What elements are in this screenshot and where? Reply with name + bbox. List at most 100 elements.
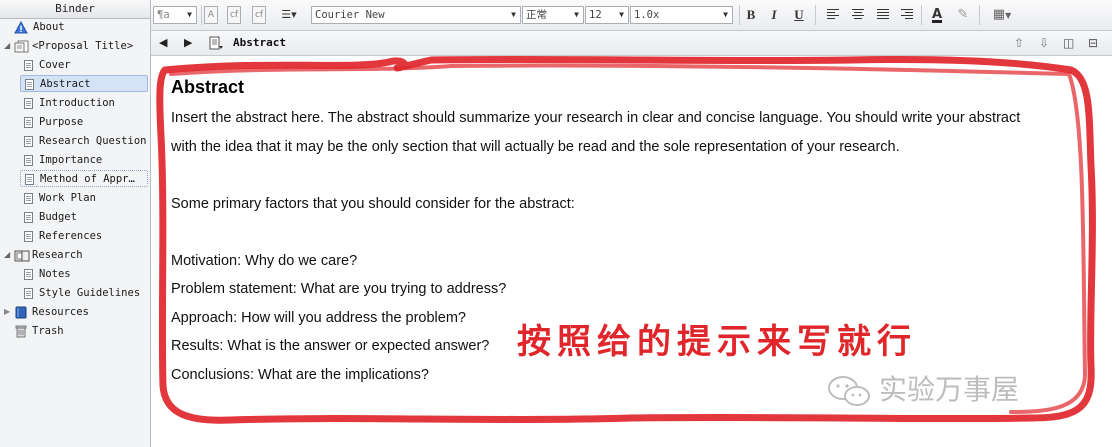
binder-item-budget[interactable]: Budget [24,209,77,226]
binder-item-introduction[interactable]: Introduction [24,95,115,112]
align-right-icon[interactable] [901,9,913,20]
binder-item-label: References [39,230,103,242]
binder-item-label: Abstract [40,78,91,90]
binder-item-label: Cover [39,59,71,71]
document-icon [24,136,33,147]
header-document-title: Abstract [233,36,286,49]
info-warning-icon [14,20,28,34]
collapse-triangle-icon[interactable]: ◢ [4,41,10,50]
chevron-down-icon: ▼ [1005,11,1012,20]
document-icon [24,212,33,223]
binder-item-work-plan[interactable]: Work Plan [24,190,96,207]
binder-item-abstract[interactable]: Abstract [20,75,148,92]
underline-button[interactable]: U [791,6,807,24]
toolbar-divider [815,5,816,25]
binder-item-purpose[interactable]: Purpose [24,114,83,131]
split-vertical-icon[interactable]: ◫ [1063,36,1074,50]
body-line: Results: What is the answer or expected … [171,338,490,354]
chevron-down-icon: ▼ [723,10,728,19]
binder-item-label: Research [32,249,83,261]
split-horizontal-icon[interactable]: ⊟ [1088,36,1098,50]
table-icon: ▦ [992,7,1006,22]
research-folder-icon [14,250,30,262]
line-spacing-value: 1.0x [634,9,660,21]
bold-button[interactable]: B [743,6,759,24]
text-color-icon: A [931,7,943,22]
document-icon [25,174,34,185]
draft-folder-icon [14,40,29,53]
binder-item-label: Notes [39,268,71,280]
align-left-icon[interactable] [827,9,839,20]
expand-triangle-icon[interactable]: ▶ [4,307,10,316]
body-line: Motivation: Why do we care? [171,253,358,269]
binder-item-label: Purpose [39,116,84,128]
forward-arrow-icon[interactable]: ▶ [184,36,192,49]
body-line: Problem statement: What are you trying t… [171,281,507,297]
binder-item-label: <Proposal Title> [32,40,134,52]
chevron-down-icon: ▼ [574,10,579,19]
wechat-logo-icon [828,376,870,406]
binder-item-label: Work Plan [39,192,96,204]
list-icon: ☰▾ [281,8,297,21]
font-family-select[interactable]: Courier New ▼ [311,6,521,24]
binder-item-method-of-approach[interactable]: Method of Appr… [20,170,148,187]
toolbar-divider [739,5,740,25]
document-icon [24,193,33,204]
binder-item-cover[interactable]: Cover [24,57,71,74]
toolbar-divider [201,5,202,25]
text-color-button[interactable]: A [929,6,945,24]
style-cf-button[interactable]: cf [227,6,241,24]
binder-item-proposal-title[interactable]: <Proposal Title> [14,38,133,55]
binder-item-label: Importance [39,154,103,166]
binder-item-label: Budget [39,211,77,223]
binder-item-style-guidelines[interactable]: Style Guidelines [24,285,140,302]
chevron-down-icon: ▼ [511,10,516,19]
paragraph-style-select[interactable]: ¶a ▼ [153,6,197,24]
align-center-icon[interactable] [852,9,864,20]
binder-item-label: Resources [32,306,89,318]
font-size-value: 12 [589,9,602,21]
binder-item-research[interactable]: Research [14,247,83,264]
binder-item-resources[interactable]: Resources [14,304,89,321]
document-icon[interactable] [209,36,223,50]
body-line: with the idea that it may be the only se… [171,139,900,155]
list-bullets-button[interactable]: ☰▾ [276,6,302,24]
body-line: Insert the abstract here. The abstract s… [171,110,1021,126]
highlight-button[interactable]: ✎ [953,6,973,24]
binder-item-label: About [33,21,65,33]
document-icon [24,269,33,280]
binder-item-notes[interactable]: Notes [24,266,71,283]
style-a-button[interactable]: A [204,6,218,24]
format-select[interactable]: 正常 ▼ [522,6,584,24]
handwritten-annotation: 按照给的提示来写就行 [517,322,917,362]
line-spacing-select[interactable]: 1.0x ▼ [630,6,733,24]
style-cf2-button[interactable]: cf [252,6,266,24]
binder-item-trash[interactable]: Trash [14,323,64,340]
binder-item-research-question[interactable]: Research Question [24,133,146,150]
up-arrow-icon[interactable]: ⇧ [1014,36,1024,50]
collapse-triangle-icon[interactable]: ◢ [4,250,10,259]
binder-header: Binder [0,0,150,19]
binder-item-label: Style Guidelines [39,287,141,299]
binder-item-references[interactable]: References [24,228,102,245]
document-icon [24,60,33,71]
document-icon [24,155,33,166]
document-icon [25,79,34,90]
binder-item-about[interactable]: About [14,19,65,36]
italic-button[interactable]: I [766,6,782,24]
document-icon [24,98,33,109]
font-size-select[interactable]: 12 ▼ [585,6,629,24]
watermark: 实验万事屋 [827,368,1019,408]
watermark-text: 实验万事屋 [879,373,1020,406]
binder-item-importance[interactable]: Importance [24,152,102,169]
back-arrow-icon[interactable]: ◀ [159,36,167,49]
down-arrow-icon[interactable]: ⇩ [1039,36,1049,50]
binder-item-label: Research Question [39,135,147,147]
table-button[interactable]: ▦▼ [987,6,1017,24]
align-justify-icon[interactable] [877,9,889,20]
body-line: Some primary factors that you should con… [171,196,575,212]
document-icon [24,288,33,299]
paragraph-style-value: ¶a [157,9,170,21]
editor-pane[interactable]: Abstract Insert the abstract here. The a… [151,56,1112,447]
binder-item-label: Method of Appr… [40,173,135,185]
